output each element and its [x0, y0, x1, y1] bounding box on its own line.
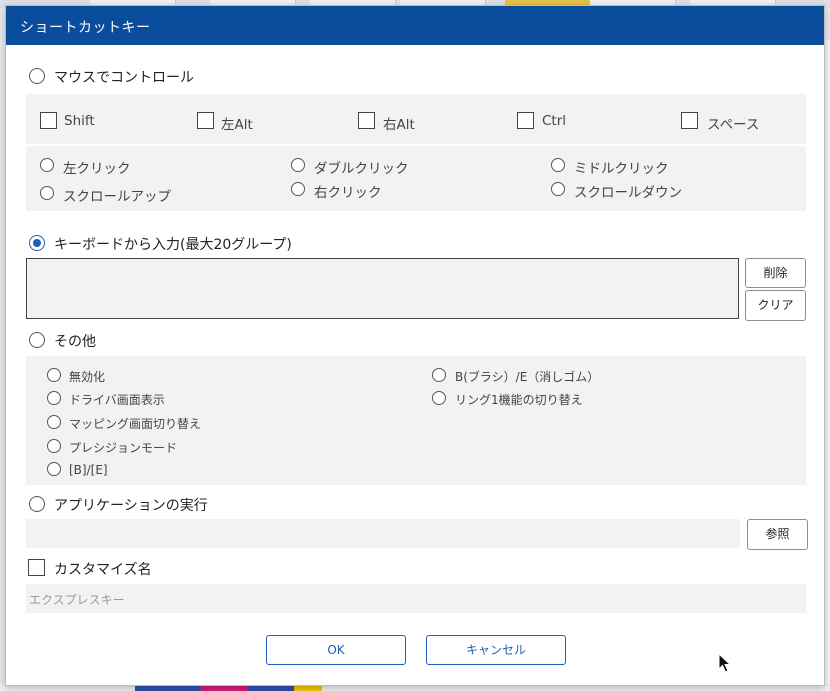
brush-eraser-toggle-label: B(ブラシ）/E（消しゴム）: [455, 370, 600, 384]
double-click-label: ダブルクリック: [314, 161, 409, 177]
ring1-toggle-label: リング1機能の切り替え: [455, 393, 583, 407]
keyboard-input-radio[interactable]: [29, 235, 45, 251]
mouse-control-radio[interactable]: [29, 68, 45, 84]
keyboard-input-label: キーボードから入力(最大20グループ): [54, 237, 292, 253]
custom-name-field[interactable]: エクスプレスキー: [26, 584, 806, 613]
run-application-radio[interactable]: [29, 496, 45, 512]
double-click-radio[interactable]: [291, 158, 305, 172]
scroll-up-radio[interactable]: [40, 186, 54, 200]
right-click-radio[interactable]: [291, 182, 305, 196]
space-label: スペース: [707, 117, 760, 133]
dialog-title: ショートカットキー: [6, 6, 824, 45]
middle-click-label: ミドルクリック: [574, 161, 669, 177]
browse-button[interactable]: 参照: [747, 519, 808, 550]
left-alt-label: 左Alt: [221, 117, 253, 133]
mouse-cursor-icon: [718, 653, 732, 673]
left-click-radio[interactable]: [40, 158, 54, 172]
delete-button[interactable]: 削除: [745, 258, 806, 288]
ctrl-label: Ctrl: [542, 113, 567, 129]
shortcut-key-dialog: ショートカットキー マウスでコントロール Shift 左Alt 右Alt Ctr…: [5, 5, 825, 686]
other-options-panel: 無効化 ドライバ画面表示 マッピング画面切り替え プレシジョンモード [B]/[…: [26, 356, 806, 485]
brush-eraser-bracket-label: [B]/[E]: [69, 463, 108, 477]
other-label: その他: [54, 334, 96, 350]
modifier-keys-panel: Shift 左Alt 右Alt Ctrl スペース: [26, 94, 806, 144]
custom-name-checkbox[interactable]: [28, 559, 45, 576]
middle-click-radio[interactable]: [551, 158, 565, 172]
keyboard-input-field[interactable]: [26, 258, 739, 319]
ok-button[interactable]: OK: [266, 635, 406, 665]
mapping-switch-label: マッピング画面切り替え: [69, 417, 202, 431]
precision-mode-label: プレシジョンモード: [69, 441, 178, 455]
ctrl-checkbox[interactable]: [517, 112, 534, 129]
brush-eraser-toggle-radio[interactable]: [432, 368, 446, 382]
shift-checkbox[interactable]: [40, 112, 57, 129]
scroll-up-label: スクロールアップ: [63, 189, 171, 205]
ring1-toggle-radio[interactable]: [432, 391, 446, 405]
other-radio[interactable]: [29, 332, 45, 348]
mouse-click-panel: 左クリック ダブルクリック ミドルクリック スクロールアップ 右クリック スクロ…: [26, 146, 806, 211]
run-application-label: アプリケーションの実行: [54, 498, 208, 514]
left-click-label: 左クリック: [63, 161, 131, 177]
right-click-label: 右クリック: [314, 185, 382, 201]
driver-screen-radio[interactable]: [47, 391, 61, 405]
scroll-down-label: スクロールダウン: [574, 185, 682, 201]
clear-button[interactable]: クリア: [745, 290, 806, 321]
right-alt-label: 右Alt: [383, 117, 415, 133]
shift-label: Shift: [64, 113, 95, 129]
precision-mode-radio[interactable]: [47, 439, 61, 453]
brush-eraser-bracket-radio[interactable]: [47, 462, 61, 476]
driver-screen-label: ドライバ画面表示: [69, 393, 165, 407]
space-checkbox[interactable]: [681, 112, 698, 129]
application-path-field[interactable]: [26, 519, 740, 548]
mouse-control-label: マウスでコントロール: [54, 70, 194, 86]
mapping-switch-radio[interactable]: [47, 415, 61, 429]
disable-radio[interactable]: [47, 368, 61, 382]
custom-name-placeholder: エクスプレスキー: [29, 593, 125, 607]
cancel-button[interactable]: キャンセル: [426, 635, 566, 665]
left-alt-checkbox[interactable]: [197, 112, 214, 129]
disable-label: 無効化: [69, 370, 106, 384]
right-alt-checkbox[interactable]: [358, 112, 375, 129]
custom-name-label: カスタマイズ名: [54, 562, 152, 578]
scroll-down-radio[interactable]: [551, 182, 565, 196]
